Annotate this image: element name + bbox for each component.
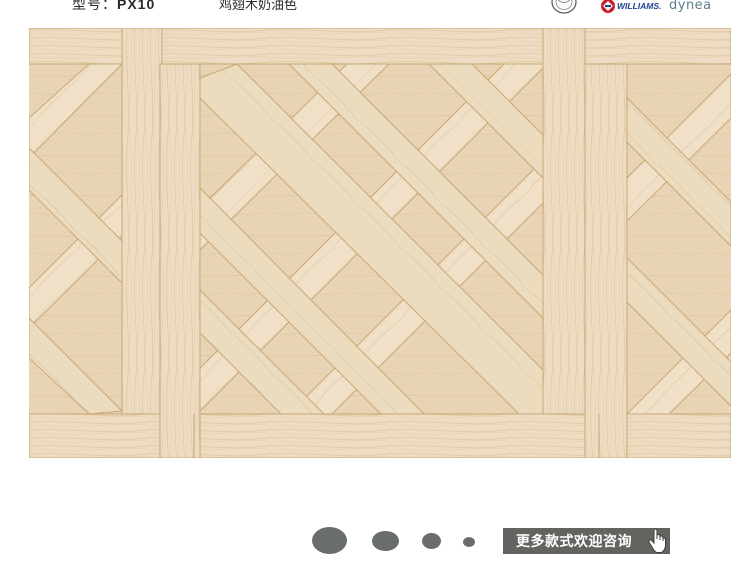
dynea-logo: dynea [669,0,712,13]
hand-pointer-icon [648,528,666,553]
carousel-pagination [305,525,485,559]
parquet-floor-image [29,28,731,458]
seal-logo [551,0,577,14]
parquet-pattern [29,28,731,458]
model-value: PX10 [117,0,156,12]
carousel-dot-3[interactable] [422,533,441,549]
color-name: 鸡翅木奶油色 [219,0,298,12]
carousel-dot-1[interactable] [312,527,347,554]
model-label: 型号： [72,0,117,12]
carousel-dot-2[interactable] [372,531,399,551]
more-styles-consult-button[interactable]: 更多款式欢迎咨询 [503,528,670,554]
williams-logo: WILLIAMS. [601,0,661,13]
model-number: 型号：PX10 [72,0,155,14]
consult-button-label: 更多款式欢迎咨询 [516,533,632,549]
carousel-dot-4[interactable] [463,537,475,547]
williams-wordmark: WILLIAMS. [617,1,661,11]
product-header: 型号：PX10 鸡翅木奶油色 WILLIAMS. dynea [0,0,750,22]
